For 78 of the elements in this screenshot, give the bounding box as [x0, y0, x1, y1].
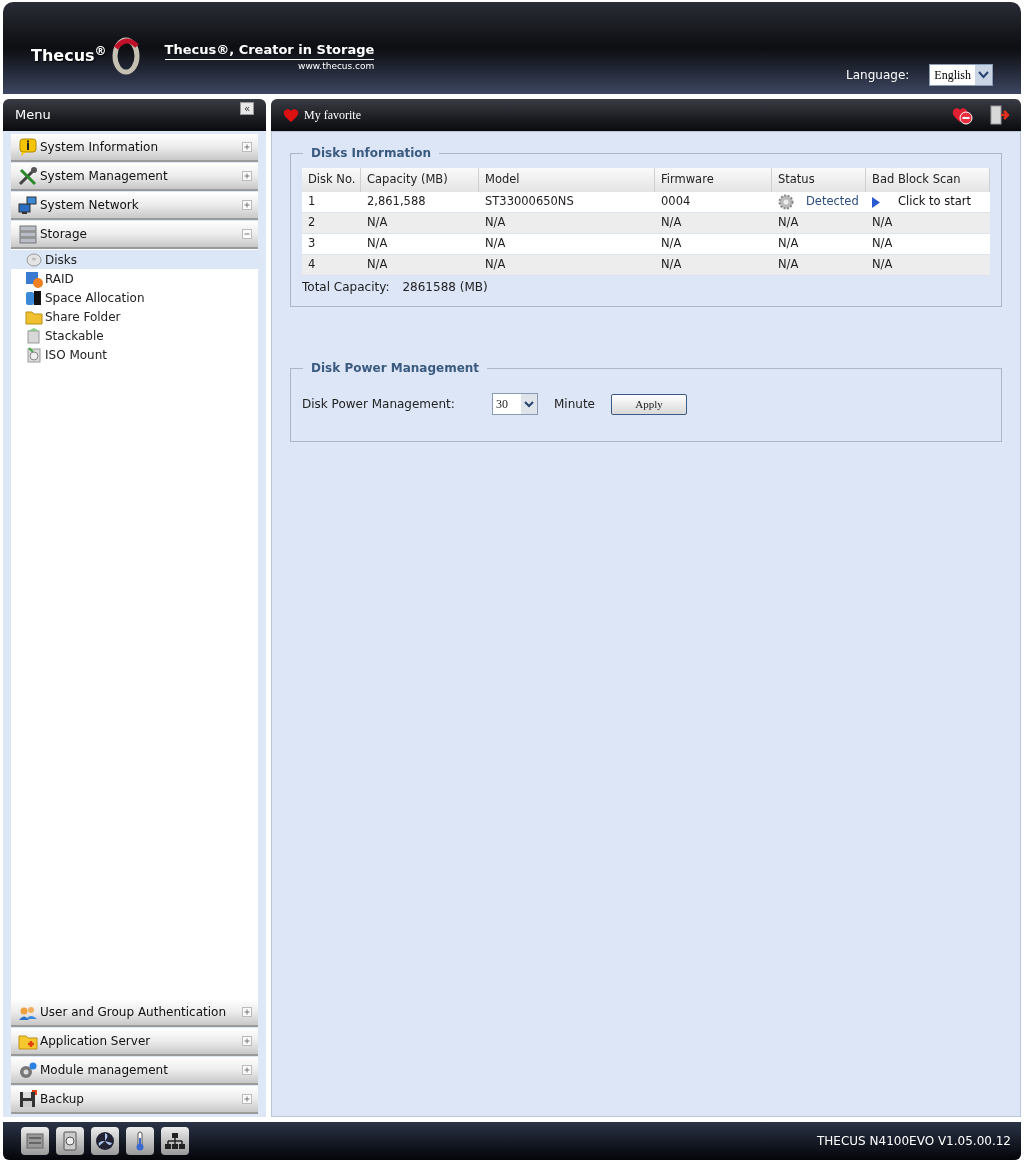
table-cell: N/A: [661, 236, 682, 251]
chevron-down-icon: [521, 394, 537, 414]
table-cell: 2: [308, 215, 316, 230]
table-cell: ST33000650NS: [485, 194, 574, 209]
logo-text: Thecus$^{®}$: [31, 44, 107, 67]
info-icon: [18, 137, 38, 157]
website-link[interactable]: www.thecus.com: [298, 59, 375, 72]
menu-group[interactable]: User and Group Authentication: [11, 999, 258, 1027]
disk-icon: [25, 250, 43, 269]
menu-group[interactable]: System Management: [11, 163, 258, 191]
play-icon: [872, 196, 880, 208]
field-label: Disk Power Management:: [302, 396, 456, 413]
version-text: THECUS N4100EVO V1.05.00.12: [817, 1133, 1011, 1150]
network-icon: [18, 195, 38, 215]
raid-icon: [25, 269, 43, 288]
unit-label: Minute: [554, 396, 595, 413]
table-cell: N/A: [485, 257, 506, 272]
table-cell: N/A: [367, 236, 388, 251]
logout-button[interactable]: [989, 105, 1009, 125]
menu-group[interactable]: Backup: [11, 1086, 258, 1114]
menu-group[interactable]: System Network: [11, 192, 258, 220]
total-label: Total Capacity:: [302, 279, 390, 296]
table-cell: N/A: [661, 257, 682, 272]
gear-icon: [778, 194, 794, 210]
table-cell: 3: [308, 236, 316, 251]
column-header: Status: [778, 171, 815, 189]
column-header: Disk No.: [308, 171, 356, 189]
table-cell: N/A: [367, 257, 388, 272]
favorite-title: My favorite: [304, 107, 361, 124]
table-cell: N/A: [661, 215, 682, 230]
table-cell: 2,861,588: [367, 194, 426, 209]
tools-icon: [18, 166, 38, 186]
column-header: Firmware: [661, 171, 714, 189]
tree-item[interactable]: Disks: [11, 250, 258, 269]
remove-favorite-button[interactable]: [951, 105, 973, 125]
table-cell: N/A: [872, 236, 893, 251]
table-cell: N/A: [485, 215, 506, 230]
menu-group[interactable]: Module management: [11, 1057, 258, 1085]
menu-group[interactable]: Application Server: [11, 1028, 258, 1056]
heart-icon: [283, 107, 299, 123]
swoosh-icon: [110, 36, 141, 76]
language-select[interactable]: English: [929, 64, 993, 86]
fan-button[interactable]: [91, 1127, 119, 1155]
table-cell: N/A: [872, 257, 893, 272]
table-cell: N/A: [778, 257, 799, 272]
heart-minus-icon: [951, 105, 973, 125]
table-cell: N/A: [872, 215, 893, 230]
total-value: 2861588 (MB): [402, 279, 488, 296]
column-header: Model: [485, 171, 520, 189]
table-cell: 1: [308, 194, 316, 209]
table-cell: N/A: [778, 236, 799, 251]
collapse-button[interactable]: «: [240, 102, 254, 115]
language-label: Language:: [846, 67, 910, 84]
table-cell: 0004: [661, 194, 691, 209]
minutes-select[interactable]: 30: [492, 393, 538, 415]
server-icon: [18, 224, 38, 244]
disk-button[interactable]: [56, 1127, 84, 1155]
column-header: Capacity (MB): [367, 171, 448, 189]
section-title: Disk Power Management: [310, 360, 481, 377]
door-exit-icon: [989, 105, 1009, 125]
column-header: Bad Block Scan: [872, 171, 961, 189]
table-cell: N/A: [485, 236, 506, 251]
section-title: Disks Information: [310, 145, 433, 162]
cd-icon: [25, 345, 43, 364]
menu-group[interactable]: Storage: [11, 221, 258, 249]
network-button[interactable]: [161, 1127, 189, 1155]
scan-link[interactable]: Click to start: [898, 193, 972, 211]
chevron-down-icon: [975, 65, 992, 85]
menu-group[interactable]: System Information: [11, 134, 258, 162]
menu-title: Menu: [15, 106, 51, 125]
table-cell: N/A: [778, 215, 799, 230]
table-cell: 4: [308, 257, 316, 272]
table-cell: N/A: [367, 215, 388, 230]
status-text: Detected: [806, 193, 859, 211]
server-button[interactable]: [21, 1127, 49, 1155]
slogan: Thecus®, Creator in Storage: [164, 40, 375, 60]
thermometer-button[interactable]: [126, 1127, 154, 1155]
apply-button[interactable]: Apply: [611, 393, 687, 415]
